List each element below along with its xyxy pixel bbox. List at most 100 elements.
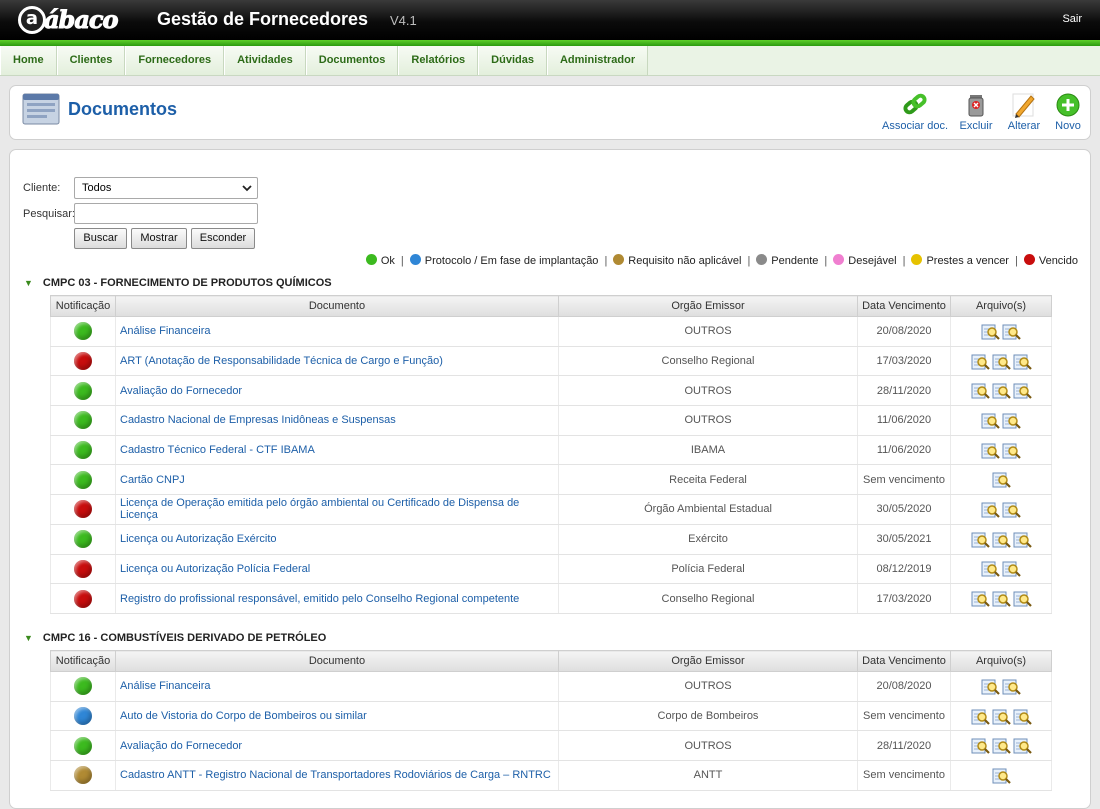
nav-item-relatorios[interactable]: Relatórios (398, 46, 479, 75)
section-title: CMPC 16 - COMBUSTÍVEIS DERIVADO DE PETRÓ… (42, 632, 327, 644)
file-view-icon[interactable] (1013, 736, 1032, 755)
file-view-icon[interactable] (992, 352, 1011, 371)
file-view-icon[interactable] (1002, 411, 1021, 430)
due-date-cell: 11/06/2020 (857, 435, 951, 466)
col-header-due-date[interactable]: Data Vencimento (857, 650, 951, 672)
document-link[interactable]: Auto de Vistoria do Corpo de Bombeiros o… (120, 710, 367, 722)
table-header-row: Notificação Documento Orgão Emissor Data Ve… (50, 650, 1052, 672)
col-header-notification[interactable]: Notificação (50, 295, 116, 317)
nav-item-atividades[interactable]: Atividades (224, 46, 306, 75)
document-link[interactable]: Licença ou Autorização Polícia Federal (120, 563, 310, 575)
document-link[interactable]: Avaliação do Fornecedor (120, 740, 242, 752)
file-view-icon[interactable] (981, 559, 1000, 578)
due-date-cell: 08/12/2019 (857, 554, 951, 585)
nav-item-clientes[interactable]: Clientes (56, 46, 126, 75)
new-button[interactable]: Novo (1054, 92, 1082, 132)
notification-cell (50, 494, 116, 525)
files-cell (950, 405, 1052, 436)
table-row: Licença ou Autorização Exército Exército 3… (50, 524, 1052, 555)
section-header[interactable]: ▼ CMPC 03 - FORNECIMENTO DE PRODUTOS QUÍM… (24, 277, 332, 289)
nav-item-administrador[interactable]: Administrador (546, 46, 649, 75)
nav-item-home[interactable]: Home (0, 46, 57, 75)
search-input[interactable] (74, 203, 258, 224)
file-view-icon[interactable] (981, 677, 1000, 696)
file-view-icon[interactable] (992, 766, 1011, 785)
col-header-due-date[interactable]: Data Vencimento (857, 295, 951, 317)
file-view-icon[interactable] (971, 736, 990, 755)
file-view-icon[interactable] (992, 589, 1011, 608)
file-view-icon[interactable] (1002, 322, 1021, 341)
file-view-icon[interactable] (992, 381, 1011, 400)
file-view-icon[interactable] (1013, 352, 1032, 371)
document-link[interactable]: Registro do profissional responsável, em… (120, 593, 519, 605)
notification-cell (50, 346, 116, 377)
show-button[interactable]: Mostrar (131, 228, 187, 249)
abaco-logo[interactable]: a ábaco (18, 4, 126, 34)
hide-button[interactable]: Esconder (191, 228, 255, 249)
legend-separator: | (824, 255, 828, 267)
status-dot-ok (74, 736, 92, 755)
col-header-notification[interactable]: Notificação (50, 650, 116, 672)
section-header[interactable]: ▼ CMPC 16 - COMBUSTÍVEIS DERIVADO DE PETR… (24, 632, 326, 644)
nav-item-duvidas[interactable]: Dúvidas (478, 46, 547, 75)
document-link[interactable]: Análise Financeira (120, 325, 211, 337)
file-view-icon[interactable] (1002, 500, 1021, 519)
search-label: Pesquisar: (23, 208, 75, 220)
file-view-icon[interactable] (992, 736, 1011, 755)
nav-item-documentos[interactable]: Documentos (305, 46, 399, 75)
file-view-icon[interactable] (971, 352, 990, 371)
document-link[interactable]: Licença ou Autorização Exército (120, 533, 277, 545)
document-link[interactable]: Avaliação do Fornecedor (120, 385, 242, 397)
legend-label: Vencido (1038, 255, 1078, 267)
status-dot-expired (74, 559, 92, 578)
due-date-cell: Sem vencimento (857, 760, 951, 791)
client-select[interactable]: Todos (74, 177, 258, 199)
file-view-icon[interactable] (992, 707, 1011, 726)
edit-button[interactable]: Alterar (1007, 92, 1041, 132)
notification-cell (50, 671, 116, 702)
file-view-icon[interactable] (1013, 589, 1032, 608)
file-view-icon[interactable] (971, 381, 990, 400)
file-view-icon[interactable] (1002, 559, 1021, 578)
file-view-icon[interactable] (1013, 381, 1032, 400)
file-view-icon[interactable] (1002, 677, 1021, 696)
file-view-icon[interactable] (981, 411, 1000, 430)
file-view-icon[interactable] (971, 707, 990, 726)
col-header-issuer[interactable]: Orgão Emissor (558, 295, 858, 317)
issuer-cell: Órgão Ambiental Estadual (558, 494, 858, 525)
col-header-document[interactable]: Documento (115, 295, 559, 317)
document-link[interactable]: Cadastro Nacional de Empresas Inidôneas … (120, 414, 396, 426)
file-view-icon[interactable] (981, 441, 1000, 460)
file-view-icon[interactable] (971, 530, 990, 549)
file-view-icon[interactable] (1002, 441, 1021, 460)
file-view-icon[interactable] (992, 530, 1011, 549)
documents-panel: Cliente: Todos Pesquisar: Buscar Mostrar… (9, 149, 1091, 809)
col-header-files[interactable]: Arquivo(s) (950, 650, 1052, 672)
file-view-icon[interactable] (1013, 707, 1032, 726)
file-view-icon[interactable] (971, 589, 990, 608)
logout-link[interactable]: Sair (1062, 13, 1082, 25)
col-header-document[interactable]: Documento (115, 650, 559, 672)
delete-button[interactable]: Excluir (958, 92, 994, 132)
document-link[interactable]: Licença de Operação emitida pelo órgão a… (120, 497, 519, 521)
document-link[interactable]: Cadastro ANTT - Registro Nacional de Tra… (120, 769, 551, 781)
search-button[interactable]: Buscar (74, 228, 127, 249)
associate-doc-button[interactable]: Associar doc. (882, 92, 948, 132)
col-header-files[interactable]: Arquivo(s) (950, 295, 1052, 317)
files-cell (950, 730, 1052, 762)
document-link[interactable]: Análise Financeira (120, 680, 211, 692)
file-view-icon[interactable] (981, 322, 1000, 341)
document-link[interactable]: Cartão CNPJ (120, 474, 185, 486)
document-link[interactable]: Cadastro Técnico Federal - CTF IBAMA (120, 444, 315, 456)
files-cell (950, 375, 1052, 407)
file-view-icon[interactable] (992, 470, 1011, 489)
nav-item-fornecedores[interactable]: Fornecedores (125, 46, 225, 75)
status-dot-expired (74, 500, 92, 519)
table-row: Auto de Vistoria do Corpo de Bombeiros o… (50, 701, 1052, 732)
document-link[interactable]: ART (Anotação de Responsabilidade Técnic… (120, 355, 443, 367)
legend-dot-expiring (911, 253, 923, 265)
col-header-issuer[interactable]: Orgão Emissor (558, 650, 858, 672)
file-view-icon[interactable] (981, 500, 1000, 519)
legend-label: Desejável (848, 255, 897, 267)
file-view-icon[interactable] (1013, 530, 1032, 549)
